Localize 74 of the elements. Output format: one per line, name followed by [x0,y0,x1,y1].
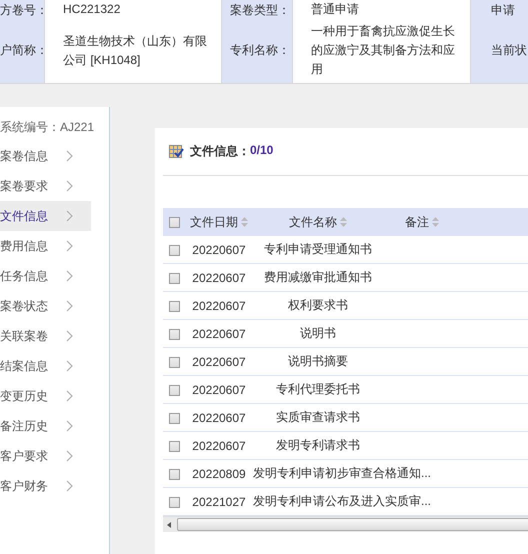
nav-item[interactable]: 案卷要求 [0,171,91,201]
file-date: 20220607 [192,354,246,368]
row-checkbox[interactable] [168,496,180,508]
table-check-icon [169,144,184,158]
row-checkbox[interactable] [168,440,180,452]
chevron-icon [66,360,73,372]
chevron-icon [66,210,73,222]
select-all-checkbox[interactable] [168,217,180,228]
file-name: 专利代理委托书 [276,382,360,396]
nav-item[interactable]: 案卷状态 [0,291,91,321]
row-checkbox[interactable] [168,468,180,480]
file-date: 20220607 [192,242,246,256]
file-name: 权利要求书 [288,298,348,312]
chevron-icon [66,300,73,312]
scrollbar-thumb[interactable] [177,518,528,531]
field-value: 圣道生物技术（山东）有限公司 [KH1048] [45,18,221,83]
chevron-icon [66,480,73,492]
row-checkbox[interactable] [168,356,180,368]
system-number: 系统编号：AJ221 [0,119,96,136]
row-checkbox[interactable] [168,412,180,424]
nav-item[interactable]: 变更历史 [0,381,91,411]
field-label: 当前状 [471,18,528,83]
section-title: 文件信息： [190,143,250,160]
sort-icon[interactable] [432,217,439,227]
chevron-icon [66,150,73,162]
chevron-icon [66,390,73,402]
nav-item[interactable]: 任务信息 [0,261,91,291]
file-name: 说明书摘要 [288,354,348,368]
chevron-icon [66,330,73,342]
file-name: 发明专利申请初步审查合格通知... [253,466,432,480]
field-label: 专利名称： [222,18,292,83]
field-label: 申请 [471,0,528,19]
nav-item[interactable]: 关联案卷 [0,321,91,351]
file-name: 专利申请受理通知书 [264,242,372,256]
field-label: 方卷号： [0,0,44,19]
row-checkbox[interactable] [168,384,180,396]
file-date: 20220607 [192,298,246,312]
field-value: 普通申请 [293,0,470,19]
file-name: 发明专利请求书 [276,438,360,452]
file-date: 20220607 [192,382,246,396]
field-label: 户简称： [0,18,44,83]
file-date: 20220607 [192,438,246,452]
chevron-icon [66,420,73,432]
file-date: 20221027 [192,494,246,508]
nav-item[interactable]: 客户要求 [0,441,91,471]
nav-item[interactable]: 案卷信息 [0,141,91,171]
file-name: 发明专利申请公布及进入实质审... [253,494,432,508]
column-header[interactable]: 备注 [405,214,429,230]
chevron-icon [66,180,73,192]
row-checkbox[interactable] [168,300,180,312]
file-name: 实质审查请求书 [276,410,360,424]
chevron-icon [66,270,73,282]
row-checkbox[interactable] [168,244,180,256]
file-count: 0/10 [250,143,274,159]
sort-icon[interactable] [340,217,347,227]
chevron-icon [66,450,73,462]
nav-item[interactable]: 文件信息 [0,201,91,231]
file-name: 费用减缴审批通知书 [264,270,372,284]
field-value: HC221322 [45,0,221,19]
nav-item[interactable]: 费用信息 [0,231,91,261]
nav-item[interactable]: 结案信息 [0,351,91,381]
row-checkbox[interactable] [168,272,180,284]
chevron-icon [66,240,73,252]
field-value: 一种用于畜禽抗应激促生长的应激宁及其制备方法和应用 [293,18,470,83]
file-date: 20220607 [192,410,246,424]
file-name: 说明书 [300,326,336,340]
nav-item[interactable]: 客户财务 [0,471,91,501]
sort-icon[interactable] [241,217,248,227]
row-checkbox[interactable] [168,328,180,340]
file-date: 20220607 [192,270,246,284]
nav-item[interactable]: 备注历史 [0,411,91,441]
file-date: 20220809 [192,466,246,480]
file-date: 20220607 [192,326,246,340]
field-label: 案卷类型： [222,0,292,19]
